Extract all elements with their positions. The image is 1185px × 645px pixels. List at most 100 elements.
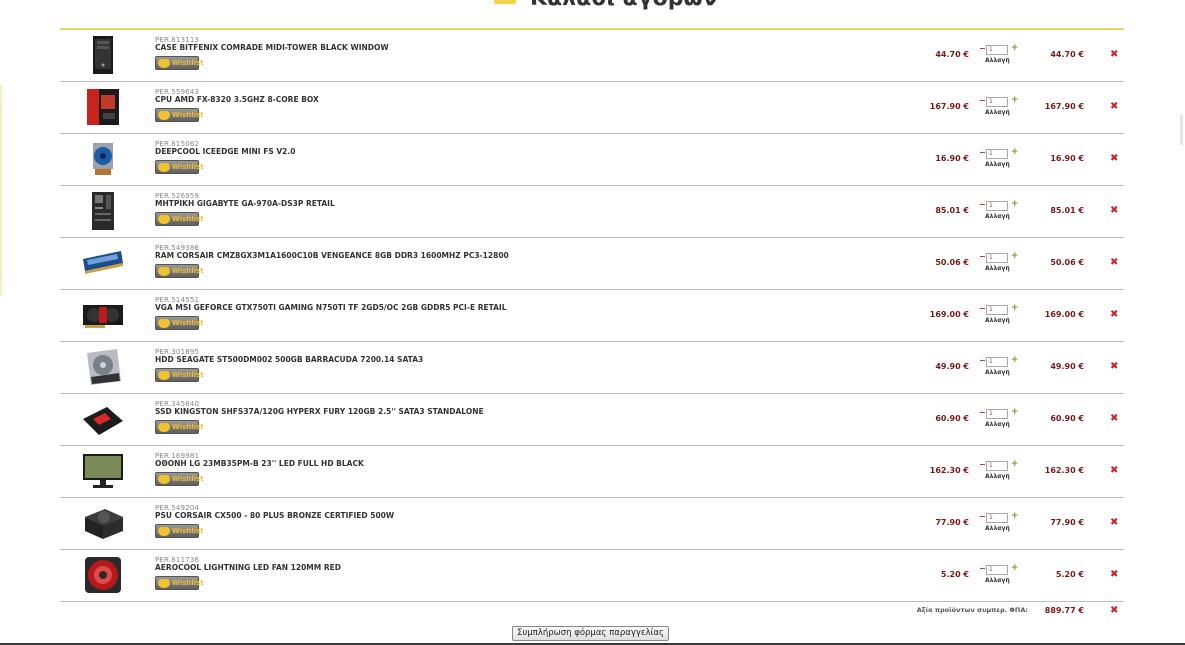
summary-value: 889.77 €: [1044, 606, 1084, 615]
update-quantity-link[interactable]: Αλλαγή: [985, 57, 1010, 64]
quantity-control: − 1 + Αλλαγή: [979, 564, 1019, 588]
product-thumbnail[interactable]: [80, 87, 126, 127]
product-thumbnail[interactable]: [80, 451, 126, 491]
decrease-quantity-button[interactable]: −: [979, 45, 986, 53]
product-thumbnail[interactable]: [80, 243, 126, 283]
product-name[interactable]: SSD KINGSTON SHFS37A/120G HYPERX FURY 12…: [155, 407, 484, 416]
increase-quantity-button[interactable]: +: [1011, 460, 1019, 469]
increase-quantity-button[interactable]: +: [1011, 148, 1019, 157]
wishlist-button[interactable]: Wishlist: [155, 576, 204, 590]
product-name[interactable]: CPU AMD FX-8320 3.5GHZ 8-CORE BOX: [155, 95, 319, 104]
remove-item-icon[interactable]: ✖: [1110, 517, 1118, 528]
quantity-input[interactable]: 1: [986, 97, 1008, 107]
update-quantity-link[interactable]: Αλλαγή: [985, 213, 1010, 220]
increase-quantity-button[interactable]: +: [1011, 304, 1019, 313]
decrease-quantity-button[interactable]: −: [979, 565, 986, 573]
remove-item-icon[interactable]: ✖: [1110, 309, 1118, 320]
cart-summary-row: Αξία προϊόντων συμπερ. ΦΠΑ: 889.77 € ✖: [60, 602, 1124, 620]
quantity-input[interactable]: 1: [986, 149, 1008, 159]
product-name[interactable]: ΜΗΤΡΙΚΗ GIGABYTE GA-970A-DS3P RETAIL: [155, 199, 335, 208]
wishlist-button[interactable]: Wishlist: [155, 472, 204, 486]
update-quantity-link[interactable]: Αλλαγή: [985, 525, 1010, 532]
remove-item-icon[interactable]: ✖: [1110, 153, 1118, 164]
update-quantity-link[interactable]: Αλλαγή: [985, 265, 1010, 272]
wishlist-button[interactable]: Wishlist: [155, 108, 204, 122]
product-name[interactable]: RAM CORSAIR CMZ8GX3M1A1600C10B VENGEANCE…: [155, 251, 509, 260]
decrease-quantity-button[interactable]: −: [979, 97, 986, 105]
heart-icon: [158, 423, 170, 432]
wishlist-button[interactable]: Wishlist: [155, 212, 204, 226]
quantity-input[interactable]: 1: [986, 565, 1008, 575]
decrease-quantity-button[interactable]: −: [979, 357, 986, 365]
decrease-quantity-button[interactable]: −: [979, 461, 986, 469]
wishlist-button[interactable]: Wishlist: [155, 524, 204, 538]
increase-quantity-button[interactable]: +: [1011, 96, 1019, 105]
increase-quantity-button[interactable]: +: [1011, 564, 1019, 573]
quantity-input[interactable]: 1: [986, 357, 1008, 367]
product-name[interactable]: DEEPCOOL ICEEDGE MINI FS V2.0: [155, 147, 295, 156]
product-name[interactable]: PSU CORSAIR CX500 - 80 PLUS BRONZE CERTI…: [155, 511, 394, 520]
update-quantity-link[interactable]: Αλλαγή: [985, 161, 1010, 168]
unit-price: 167.90 €: [929, 102, 969, 111]
clear-cart-icon[interactable]: ✖: [1110, 605, 1118, 616]
product-name[interactable]: VGA MSI GEFORCE GTX750TI GAMING N750TI T…: [155, 303, 507, 312]
cart-row: PER.815062 DEEPCOOL ICEEDGE MINI FS V2.0…: [60, 134, 1124, 186]
decrease-quantity-button[interactable]: −: [979, 305, 986, 313]
product-name[interactable]: HDD SEAGATE ST500DM002 500GB BARRACUDA 7…: [155, 355, 423, 364]
remove-item-icon[interactable]: ✖: [1110, 361, 1118, 372]
product-thumbnail[interactable]: [80, 555, 126, 595]
quantity-input[interactable]: 1: [986, 201, 1008, 211]
product-thumbnail[interactable]: [80, 399, 126, 439]
wishlist-button[interactable]: Wishlist: [155, 56, 204, 70]
decrease-quantity-button[interactable]: −: [979, 409, 986, 417]
quantity-control: − 1 + Αλλαγή: [979, 148, 1019, 172]
wishlist-button[interactable]: Wishlist: [155, 368, 204, 382]
cart-row: PER.813113 CASE BITFENIX COMRADE MIDI-TO…: [60, 30, 1124, 82]
quantity-control: − 1 + Αλλαγή: [979, 96, 1019, 120]
product-name[interactable]: CASE BITFENIX COMRADE MIDI-TOWER BLACK W…: [155, 43, 389, 52]
decrease-quantity-button[interactable]: −: [979, 149, 986, 157]
decrease-quantity-button[interactable]: −: [979, 253, 986, 261]
update-quantity-link[interactable]: Αλλαγή: [985, 369, 1010, 376]
remove-item-icon[interactable]: ✖: [1110, 49, 1118, 60]
increase-quantity-button[interactable]: +: [1011, 408, 1019, 417]
product-name[interactable]: AEROCOOL LIGHTNING LED FAN 120MM RED: [155, 563, 341, 572]
update-quantity-link[interactable]: Αλλαγή: [985, 577, 1010, 584]
remove-item-icon[interactable]: ✖: [1110, 465, 1118, 476]
decrease-quantity-button[interactable]: −: [979, 201, 986, 209]
update-quantity-link[interactable]: Αλλαγή: [985, 421, 1010, 428]
wishlist-button[interactable]: Wishlist: [155, 420, 204, 434]
quantity-input[interactable]: 1: [986, 513, 1008, 523]
product-thumbnail[interactable]: [80, 347, 126, 387]
product-thumbnail[interactable]: [80, 191, 126, 231]
wishlist-button[interactable]: Wishlist: [155, 316, 204, 330]
product-thumbnail[interactable]: [80, 295, 126, 335]
update-quantity-link[interactable]: Αλλαγή: [985, 317, 1010, 324]
quantity-input[interactable]: 1: [986, 253, 1008, 263]
remove-item-icon[interactable]: ✖: [1110, 569, 1118, 580]
remove-item-icon[interactable]: ✖: [1110, 205, 1118, 216]
remove-item-icon[interactable]: ✖: [1110, 257, 1118, 268]
update-quantity-link[interactable]: Αλλαγή: [985, 109, 1010, 116]
quantity-input[interactable]: 1: [986, 45, 1008, 55]
wishlist-button[interactable]: Wishlist: [155, 160, 204, 174]
increase-quantity-button[interactable]: +: [1011, 252, 1019, 261]
product-thumbnail[interactable]: [80, 35, 126, 75]
increase-quantity-button[interactable]: +: [1011, 44, 1019, 53]
product-thumbnail[interactable]: [80, 503, 126, 543]
product-name[interactable]: ΟΘΟΝΗ LG 23MB35PM-B 23'' LED FULL HD BLA…: [155, 459, 364, 468]
decrease-quantity-button[interactable]: −: [979, 513, 986, 521]
increase-quantity-button[interactable]: +: [1011, 200, 1019, 209]
increase-quantity-button[interactable]: +: [1011, 356, 1019, 365]
update-quantity-link[interactable]: Αλλαγή: [985, 473, 1010, 480]
quantity-input[interactable]: 1: [986, 305, 1008, 315]
remove-item-icon[interactable]: ✖: [1110, 413, 1118, 424]
wishlist-label: Wishlist: [172, 527, 204, 535]
quantity-input[interactable]: 1: [986, 461, 1008, 471]
wishlist-button[interactable]: Wishlist: [155, 264, 204, 278]
quantity-input[interactable]: 1: [986, 409, 1008, 419]
increase-quantity-button[interactable]: +: [1011, 512, 1019, 521]
submit-order-button[interactable]: Συμπλήρωση φόρμας παραγγελίας: [512, 626, 669, 641]
product-thumbnail[interactable]: [80, 139, 126, 179]
remove-item-icon[interactable]: ✖: [1110, 101, 1118, 112]
